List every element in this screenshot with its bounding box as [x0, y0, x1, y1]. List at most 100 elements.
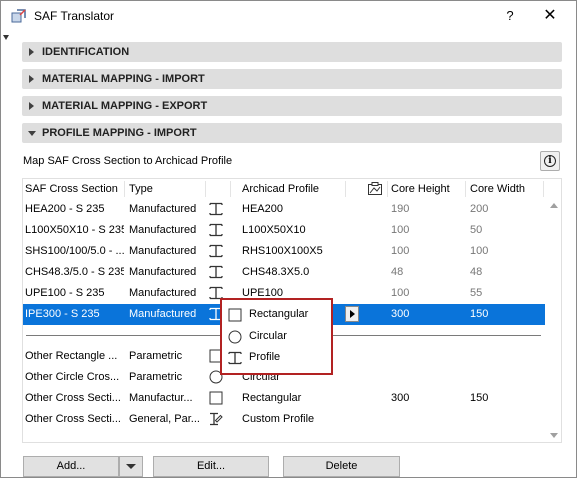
- i-beam-icon: [209, 265, 223, 279]
- cell-section: IPE300 - S 235: [25, 308, 100, 320]
- cell-core-height: 48: [391, 266, 404, 278]
- cell-type: Parametric: [129, 350, 183, 362]
- cell-type: Manufactured: [129, 245, 197, 257]
- cell-type: General, Par...: [129, 413, 200, 425]
- cell-type: Parametric: [129, 371, 183, 383]
- window-title: SAF Translator: [34, 9, 115, 23]
- column-divider: [124, 181, 125, 197]
- chevron-down-icon: [126, 464, 136, 469]
- table-row[interactable]: SHS100/100/5.0 - ... Manufactured RHS100…: [23, 241, 545, 262]
- column-divider: [205, 181, 206, 197]
- section-profile-mapping-import[interactable]: PROFILE MAPPING - IMPORT: [22, 123, 562, 143]
- table-header: SAF Cross Section Type Archicad Profile …: [23, 179, 544, 199]
- column-divider: [465, 181, 466, 197]
- header-archicad-profile[interactable]: Archicad Profile: [242, 183, 319, 195]
- section-label: MATERIAL MAPPING - EXPORT: [42, 100, 208, 112]
- cell-section: Other Cross Secti...: [25, 413, 121, 425]
- section-material-mapping-import[interactable]: MATERIAL MAPPING - IMPORT: [22, 69, 562, 89]
- edit-button[interactable]: Edit...: [153, 456, 269, 477]
- close-button[interactable]: ✕: [539, 5, 561, 27]
- cell-section: Other Rectangle ...: [25, 350, 118, 362]
- expand-triangle-icon: [29, 102, 34, 110]
- add-dropdown-button[interactable]: [119, 456, 143, 477]
- cell-type: Manufactured: [129, 308, 197, 320]
- cell-type: Manufactured: [129, 266, 197, 278]
- custom-profile-icon: [210, 412, 223, 426]
- cell-core-width: 48: [470, 266, 483, 278]
- cell-core-height: 100: [391, 287, 410, 299]
- menu-item-rectangular[interactable]: Rectangular: [228, 306, 328, 324]
- popup-arrow-icon: [350, 310, 355, 318]
- section-label: PROFILE MAPPING - IMPORT: [42, 127, 197, 139]
- cell-core-width: 200: [470, 203, 489, 215]
- header-saf-cross-section[interactable]: SAF Cross Section: [25, 183, 118, 195]
- table-row[interactable]: Other Cross Secti... General, Par... Cus…: [23, 409, 545, 430]
- cell-core-width: 55: [470, 287, 483, 299]
- cell-profile: RHS100X100X5: [242, 245, 323, 257]
- cell-type: Manufactur...: [129, 392, 193, 404]
- cell-section: SHS100/100/5.0 - ...: [25, 245, 124, 257]
- header-type[interactable]: Type: [129, 183, 153, 195]
- scroll-down-icon[interactable]: [550, 433, 558, 438]
- cell-type: Manufactured: [129, 203, 197, 215]
- profile-select-popup-button[interactable]: [345, 306, 359, 322]
- cell-profile: L100X50X10: [242, 224, 306, 236]
- info-icon: i: [544, 155, 556, 167]
- cell-core-height: 300: [391, 392, 410, 404]
- column-divider: [387, 181, 388, 197]
- profile-type-popup-menu: Rectangular Circular Profile: [220, 298, 333, 375]
- cell-core-width: 50: [470, 224, 483, 236]
- table-row[interactable]: HEA200 - S 235 Manufactured HEA200 190 2…: [23, 199, 545, 220]
- cell-profile: Rectangular: [242, 392, 302, 404]
- i-beam-icon: [209, 244, 223, 258]
- i-beam-icon: [209, 223, 223, 237]
- i-beam-icon: [209, 202, 223, 216]
- column-divider: [230, 181, 231, 197]
- header-core-height[interactable]: Core Height: [391, 183, 450, 195]
- table-row[interactable]: CHS48.3/5.0 - S 235 Manufactured CHS48.3…: [23, 262, 545, 283]
- cell-core-height: 300: [391, 308, 410, 320]
- menu-item-label: Rectangular: [249, 308, 309, 320]
- circle-icon: [228, 330, 242, 344]
- cell-section: Other Cross Secti...: [25, 392, 121, 404]
- table-row[interactable]: L100X50X10 - S 235 Manufactured L100X50X…: [23, 220, 545, 241]
- collapse-arrow-icon[interactable]: [3, 35, 9, 40]
- cell-profile: CHS48.3X5.0: [242, 266, 310, 278]
- menu-item-label: Profile: [249, 351, 281, 363]
- cell-core-width: 150: [470, 392, 489, 404]
- help-button[interactable]: ?: [499, 5, 521, 27]
- saf-translator-dialog: SAF Translator ? ✕ IDENTIFICATION MATERI…: [0, 0, 577, 478]
- column-divider: [345, 181, 346, 197]
- scroll-up-icon[interactable]: [550, 203, 558, 208]
- menu-item-profile[interactable]: Profile: [228, 349, 328, 367]
- cell-core-height: 100: [391, 245, 410, 257]
- attribute-icon: [368, 182, 382, 195]
- section-material-mapping-export[interactable]: MATERIAL MAPPING - EXPORT: [22, 96, 562, 116]
- cell-section: Other Circle Cros...: [25, 371, 120, 383]
- cell-type: Manufactured: [129, 224, 197, 236]
- cell-core-height: 100: [391, 224, 410, 236]
- cell-profile: HEA200: [242, 203, 283, 215]
- section-identification[interactable]: IDENTIFICATION: [22, 42, 562, 62]
- section-label: IDENTIFICATION: [42, 46, 130, 58]
- app-icon: [11, 9, 26, 23]
- add-button[interactable]: Add...: [23, 456, 119, 477]
- menu-item-circular[interactable]: Circular: [228, 328, 328, 346]
- section-label: MATERIAL MAPPING - IMPORT: [42, 73, 205, 85]
- column-divider: [543, 181, 544, 197]
- cell-section: CHS48.3/5.0 - S 235: [25, 266, 124, 278]
- table-row[interactable]: Other Cross Secti... Manufactur... Recta…: [23, 388, 545, 409]
- rectangle-icon: [209, 391, 223, 405]
- delete-button[interactable]: Delete: [283, 456, 400, 477]
- menu-item-label: Circular: [249, 330, 287, 342]
- rectangle-icon: [228, 308, 242, 322]
- info-button[interactable]: i: [540, 151, 560, 171]
- mapping-description: Map SAF Cross Section to Archicad Profil…: [23, 155, 233, 167]
- cell-core-width: 150: [470, 308, 489, 320]
- cell-section: UPE100 - S 235: [25, 287, 105, 299]
- expand-triangle-icon: [29, 75, 34, 83]
- cell-core-width: 100: [470, 245, 489, 257]
- i-beam-icon: [228, 351, 242, 365]
- header-core-width[interactable]: Core Width: [470, 183, 525, 195]
- collapse-triangle-icon: [28, 131, 36, 136]
